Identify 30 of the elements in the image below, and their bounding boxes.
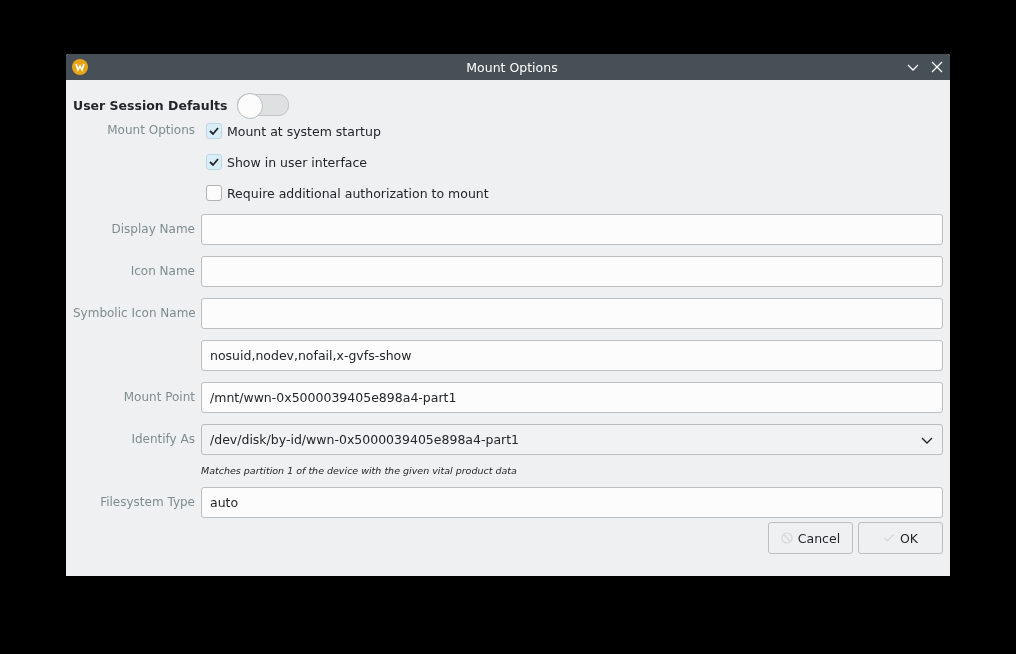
cancel-icon xyxy=(780,532,793,544)
text-field[interactable] xyxy=(201,298,943,329)
text-field[interactable] xyxy=(201,214,943,245)
field-label: Mount Point xyxy=(122,389,195,404)
dropdown[interactable]: /dev/disk/by-id/wwn-0x5000039405e898a4-part1 xyxy=(201,424,943,455)
field-label: Identify As xyxy=(130,431,195,446)
checkbox-label: Require additional authorization to mount xyxy=(227,185,489,201)
toggle-switch[interactable] xyxy=(237,94,290,116)
field-label: Mount Options xyxy=(106,123,195,139)
ok-button[interactable]: OK xyxy=(858,522,943,554)
section-heading: User Session Defaults xyxy=(73,97,228,113)
text-field[interactable]: nosuid,nodev,nofail,x-gvfs-show xyxy=(201,340,943,371)
hint-text: Matches partition 1 of the device with the given vital product data xyxy=(201,464,518,476)
field-label: Display Name xyxy=(110,221,195,236)
field-label: Icon Name xyxy=(129,263,195,278)
close-icon[interactable] xyxy=(930,60,944,74)
window-title: Mount Options xyxy=(465,59,559,75)
text-field[interactable]: /mnt/wwn-0x5000039405e898a4-part1 xyxy=(201,382,943,413)
cancel-button[interactable]: Cancel xyxy=(768,522,853,554)
text-field[interactable] xyxy=(201,256,943,287)
checkbox[interactable] xyxy=(206,123,222,139)
checkbox[interactable] xyxy=(206,154,222,170)
field-label: Symbolic Icon Name xyxy=(73,305,195,320)
checkbox[interactable] xyxy=(206,185,222,201)
checkbox-label: Mount at system startup xyxy=(227,123,381,139)
app-logo-icon xyxy=(72,59,88,75)
check-icon xyxy=(882,532,895,544)
text-field[interactable]: auto xyxy=(201,487,943,518)
checkbox-label: Show in user interface xyxy=(227,154,368,170)
field-label: Filesystem Type xyxy=(99,494,195,509)
